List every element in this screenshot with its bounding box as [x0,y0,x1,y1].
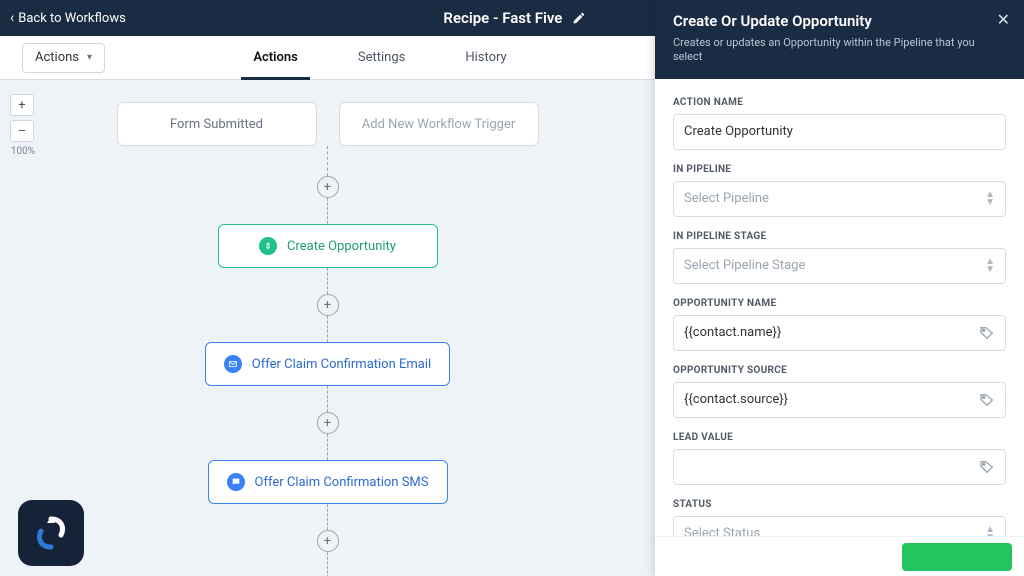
brand-logo [18,500,84,566]
field-opportunity-name: OPPORTUNITY NAME {{contact.name}} [673,298,1006,351]
flow-column: Form Submitted Add New Workflow Trigger … [0,80,655,576]
field-label: ACTION NAME [673,97,1006,108]
opportunity-source-input[interactable]: {{contact.source}} [673,382,1006,418]
updown-icon: ▲▼ [985,526,995,536]
back-label: Back to Workflows [18,11,126,26]
node-label: Create Opportunity [287,239,396,254]
updown-icon: ▲▼ [985,191,995,207]
trigger-add-new[interactable]: Add New Workflow Trigger [339,102,539,146]
connector-line [327,434,328,460]
field-label: OPPORTUNITY SOURCE [673,365,1006,376]
workflow-canvas[interactable]: + – 100% Form Submitted Add New Workflow… [0,80,655,576]
panel-footer [655,536,1024,576]
trigger-row: Form Submitted Add New Workflow Trigger [117,102,539,146]
chevron-left-icon: ‹ [10,10,14,26]
field-in-pipeline-stage: IN PIPELINE STAGE Select Pipeline Stage … [673,231,1006,284]
node-create-opportunity[interactable]: $ Create Opportunity [218,224,438,268]
save-button[interactable] [902,543,1012,571]
tag-icon[interactable] [979,325,995,341]
connector-line [327,146,328,176]
field-label: IN PIPELINE [673,164,1006,175]
sub-bar: Actions ▾ Actions Settings History [0,36,655,80]
panel-description: Creates or updates an Opportunity within… [673,36,1006,65]
connector-line [327,386,328,412]
connector-line [327,198,328,224]
input-value: {{contact.name}} [684,325,781,340]
action-name-input[interactable] [673,114,1006,150]
actions-dropdown-label: Actions [35,50,79,65]
field-label: STATUS [673,499,1006,510]
panel-body: ACTION NAME IN PIPELINE Select Pipeline … [655,79,1024,536]
select-placeholder: Select Pipeline [684,191,769,206]
field-label: LEAD VALUE [673,432,1006,443]
back-to-workflows-link[interactable]: ‹ Back to Workflows [0,10,126,26]
node-label: Offer Claim Confirmation Email [252,357,431,372]
tab-settings[interactable]: Settings [358,36,405,79]
panel-title: Create Or Update Opportunity [673,12,1006,30]
close-icon[interactable]: ✕ [997,10,1010,29]
chat-icon [227,473,245,491]
node-label: Offer Claim Confirmation SMS [255,475,429,490]
field-lead-value: LEAD VALUE [673,432,1006,485]
add-step-button[interactable]: + [317,530,339,552]
node-confirmation-email[interactable]: Offer Claim Confirmation Email [205,342,450,386]
tag-icon[interactable] [979,392,995,408]
field-label: OPPORTUNITY NAME [673,298,1006,309]
workflow-title: Recipe - Fast Five [443,9,562,27]
field-action-name: ACTION NAME [673,97,1006,150]
field-in-pipeline: IN PIPELINE Select Pipeline ▲▼ [673,164,1006,217]
field-label: IN PIPELINE STAGE [673,231,1006,242]
pipeline-stage-select[interactable]: Select Pipeline Stage ▲▼ [673,248,1006,284]
field-status: STATUS Select Status ▲▼ [673,499,1006,536]
pencil-icon[interactable] [572,11,586,25]
status-select[interactable]: Select Status ▲▼ [673,516,1006,536]
panel-header: Create Or Update Opportunity Creates or … [655,0,1024,79]
svg-text:$: $ [266,242,270,251]
action-config-panel: Create Or Update Opportunity Creates or … [655,0,1024,576]
connector-line [327,552,328,576]
input-value: {{contact.source}} [684,392,788,407]
field-opportunity-source: OPPORTUNITY SOURCE {{contact.source}} [673,365,1006,418]
mail-icon [224,355,242,373]
add-step-button[interactable]: + [317,412,339,434]
select-placeholder: Select Status [684,526,760,536]
node-confirmation-sms[interactable]: Offer Claim Confirmation SMS [208,460,448,504]
opportunity-name-input[interactable]: {{contact.name}} [673,315,1006,351]
tab-actions[interactable]: Actions [253,36,298,79]
logo-icon [31,513,71,553]
lead-value-input[interactable] [673,449,1006,485]
select-placeholder: Select Pipeline Stage [684,258,805,273]
connector-line [327,268,328,294]
trigger-form-submitted[interactable]: Form Submitted [117,102,317,146]
add-step-button[interactable]: + [317,294,339,316]
dollar-icon: $ [259,237,277,255]
pipeline-select[interactable]: Select Pipeline ▲▼ [673,181,1006,217]
tab-history[interactable]: History [465,36,506,79]
tab-bar: Actions Settings History [105,36,655,79]
chevron-down-icon: ▾ [87,52,92,63]
connector-line [327,316,328,342]
add-step-button[interactable]: + [317,176,339,198]
connector-line [327,504,328,530]
updown-icon: ▲▼ [985,258,995,274]
actions-dropdown[interactable]: Actions ▾ [22,43,105,73]
tag-icon[interactable] [979,459,995,475]
